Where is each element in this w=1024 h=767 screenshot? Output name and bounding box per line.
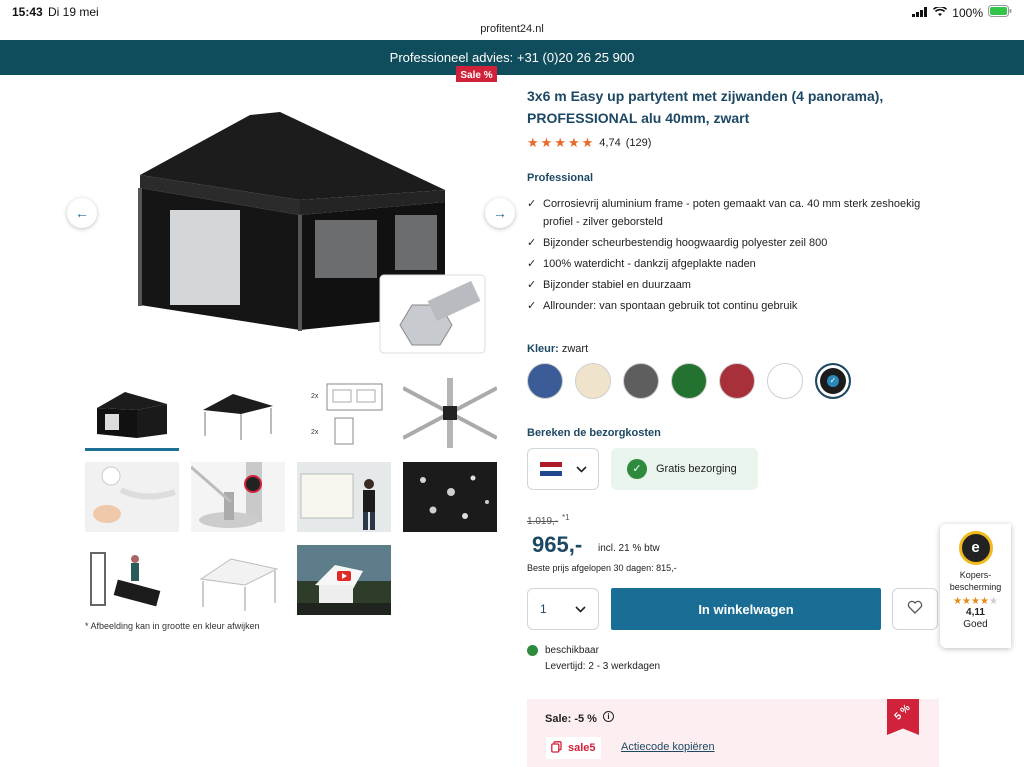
copy-coupon-link[interactable]: Actiecode kopiëren: [621, 741, 715, 753]
color-label-row: Kleur: zwart: [527, 343, 588, 355]
star-icon: ★: [567, 135, 580, 150]
country-select[interactable]: [527, 448, 599, 490]
thumbnail-white-tent[interactable]: [191, 545, 285, 615]
check-icon: ✓: [527, 279, 537, 291]
address-bar-url[interactable]: profitent24.nl: [0, 23, 1024, 35]
trust-label: Kopers-bescherming: [949, 570, 1002, 592]
feature-item: ✓ Corrosievrij aluminium frame - poten ge…: [527, 195, 927, 231]
color-swatch-grey[interactable]: [623, 363, 659, 399]
status-date: Di 19 mei: [48, 5, 99, 19]
svg-text:2x: 2x: [311, 393, 319, 400]
copy-icon: [551, 740, 562, 756]
old-price-footnote: *1: [562, 513, 570, 522]
status-indicators: 100%: [912, 5, 1012, 20]
thumbnail-carry-bag[interactable]: [85, 545, 179, 615]
availability-indicator: [527, 645, 538, 656]
arrow-left-icon: ←: [75, 205, 89, 221]
wishlist-button[interactable]: [892, 588, 938, 630]
heart-icon: [907, 600, 923, 619]
check-circle-icon: ✓: [627, 459, 647, 479]
star-icon: ★: [540, 135, 553, 150]
color-label: Kleur:: [527, 343, 559, 355]
main-product-image[interactable]: [100, 100, 500, 360]
active-thumbnail-indicator: [85, 448, 179, 451]
feature-list: ✓ Corrosievrij aluminium frame - poten ge…: [527, 195, 927, 318]
free-shipping-badge: ✓ Gratis bezorging: [611, 448, 758, 490]
info-icon[interactable]: i: [603, 711, 614, 722]
trust-stars: ★★★★★: [953, 596, 998, 607]
feature-item: ✓ Bijzonder stabiel en duurzaam: [527, 276, 927, 294]
contact-bar[interactable]: Professioneel advies: +31 (0)20 26 25 90…: [0, 40, 1024, 75]
coupon-code[interactable]: sale5: [546, 737, 601, 759]
battery-percentage: 100%: [952, 5, 983, 20]
feature-item: ✓ Allrounder: van spontaan gebruik tot co…: [527, 297, 927, 315]
check-icon: ✓: [527, 258, 537, 270]
check-icon: ✓: [527, 300, 537, 312]
wifi-icon: [933, 5, 948, 20]
product-title: 3x6 m Easy up partytent met zijwanden (4…: [527, 88, 884, 126]
sale-label: Sale: -5 %: [545, 713, 597, 725]
thumbnail-mounting-wall[interactable]: [297, 462, 391, 532]
current-price: 965,-: [532, 532, 583, 557]
color-swatch-white[interactable]: [767, 363, 803, 399]
trust-score: 4,11: [966, 607, 985, 618]
old-price: 1.019,-: [527, 516, 559, 527]
chevron-down-icon: [575, 460, 587, 478]
check-icon: ✓: [527, 237, 537, 249]
coupon-code-text: sale5: [568, 742, 596, 754]
thumbnail-frame-detail[interactable]: [403, 378, 497, 448]
feature-item: ✓ Bijzonder scheurbestendig hoogwaardig p…: [527, 234, 927, 252]
status-time: 15:43: [12, 5, 43, 19]
free-shipping-label: Gratis bezorging: [656, 463, 737, 475]
vat-note: incl. 21 % btw: [598, 543, 660, 554]
selected-check-icon: ✓: [827, 375, 839, 387]
feature-item: ✓ 100% waterdicht - dankzij afgeplakte na…: [527, 255, 927, 273]
product-rating[interactable]: ★ ★ ★ ★ ★ 4,74 (129): [527, 135, 651, 151]
color-swatch-red[interactable]: [719, 363, 755, 399]
add-to-cart-button[interactable]: In winkelwagen: [611, 588, 881, 630]
thumbnail-foot-plate[interactable]: [191, 462, 285, 532]
thumbnail-video[interactable]: [297, 545, 391, 615]
color-swatch-green[interactable]: [671, 363, 707, 399]
best-price-note: Beste prijs afgelopen 30 dagen: 815,-: [527, 563, 677, 573]
delivery-time: Levertijd: 2 - 3 werkdagen: [545, 661, 661, 672]
thumbnail-tent-front[interactable]: [85, 378, 179, 448]
availability-status: beschikbaar: [545, 645, 599, 656]
thumbnail-wall-detail[interactable]: [85, 462, 179, 532]
color-swatch-beige[interactable]: [575, 363, 611, 399]
thumbnail-tent-back[interactable]: [191, 378, 285, 448]
shipping-heading: Bereken de bezorgkosten: [527, 427, 661, 439]
star-icon: ★: [527, 135, 539, 150]
svg-text:2x: 2x: [311, 429, 319, 436]
trusted-shops-widget[interactable]: e Kopers-bescherming ★★★★★ 4,11 Goed: [940, 524, 1011, 648]
star-icon: ★: [581, 135, 594, 150]
color-swatch-blue[interactable]: [527, 363, 563, 399]
sale-badge: Sale %: [456, 66, 497, 82]
previous-image-button[interactable]: ←: [67, 198, 97, 228]
arrow-right-icon: →: [493, 205, 507, 221]
color-value: zwart: [561, 343, 589, 355]
next-image-button[interactable]: →: [485, 198, 515, 228]
thumbnail-dimension-drawing[interactable]: 2x 2x: [297, 378, 391, 448]
trusted-shops-seal-icon: e: [958, 531, 993, 565]
netherlands-flag-icon: [539, 462, 562, 477]
rating-score: 4,74: [599, 137, 621, 149]
quantity-value: 1: [540, 602, 547, 616]
thumbnail-water-drops[interactable]: [403, 462, 497, 532]
check-icon: ✓: [527, 198, 537, 210]
rating-count[interactable]: (129): [626, 137, 652, 149]
signal-icon: [912, 6, 928, 20]
product-line-heading: Professional: [527, 172, 594, 184]
image-disclaimer: * Afbeelding kan in grootte en kleur afw…: [85, 621, 260, 631]
trust-grade: Goed: [963, 619, 988, 630]
battery-icon: [988, 5, 1012, 20]
chevron-down-icon: [575, 602, 586, 616]
star-icon: ★: [554, 135, 566, 150]
quantity-select[interactable]: 1: [527, 588, 599, 630]
color-swatch-black[interactable]: ✓: [815, 363, 851, 399]
